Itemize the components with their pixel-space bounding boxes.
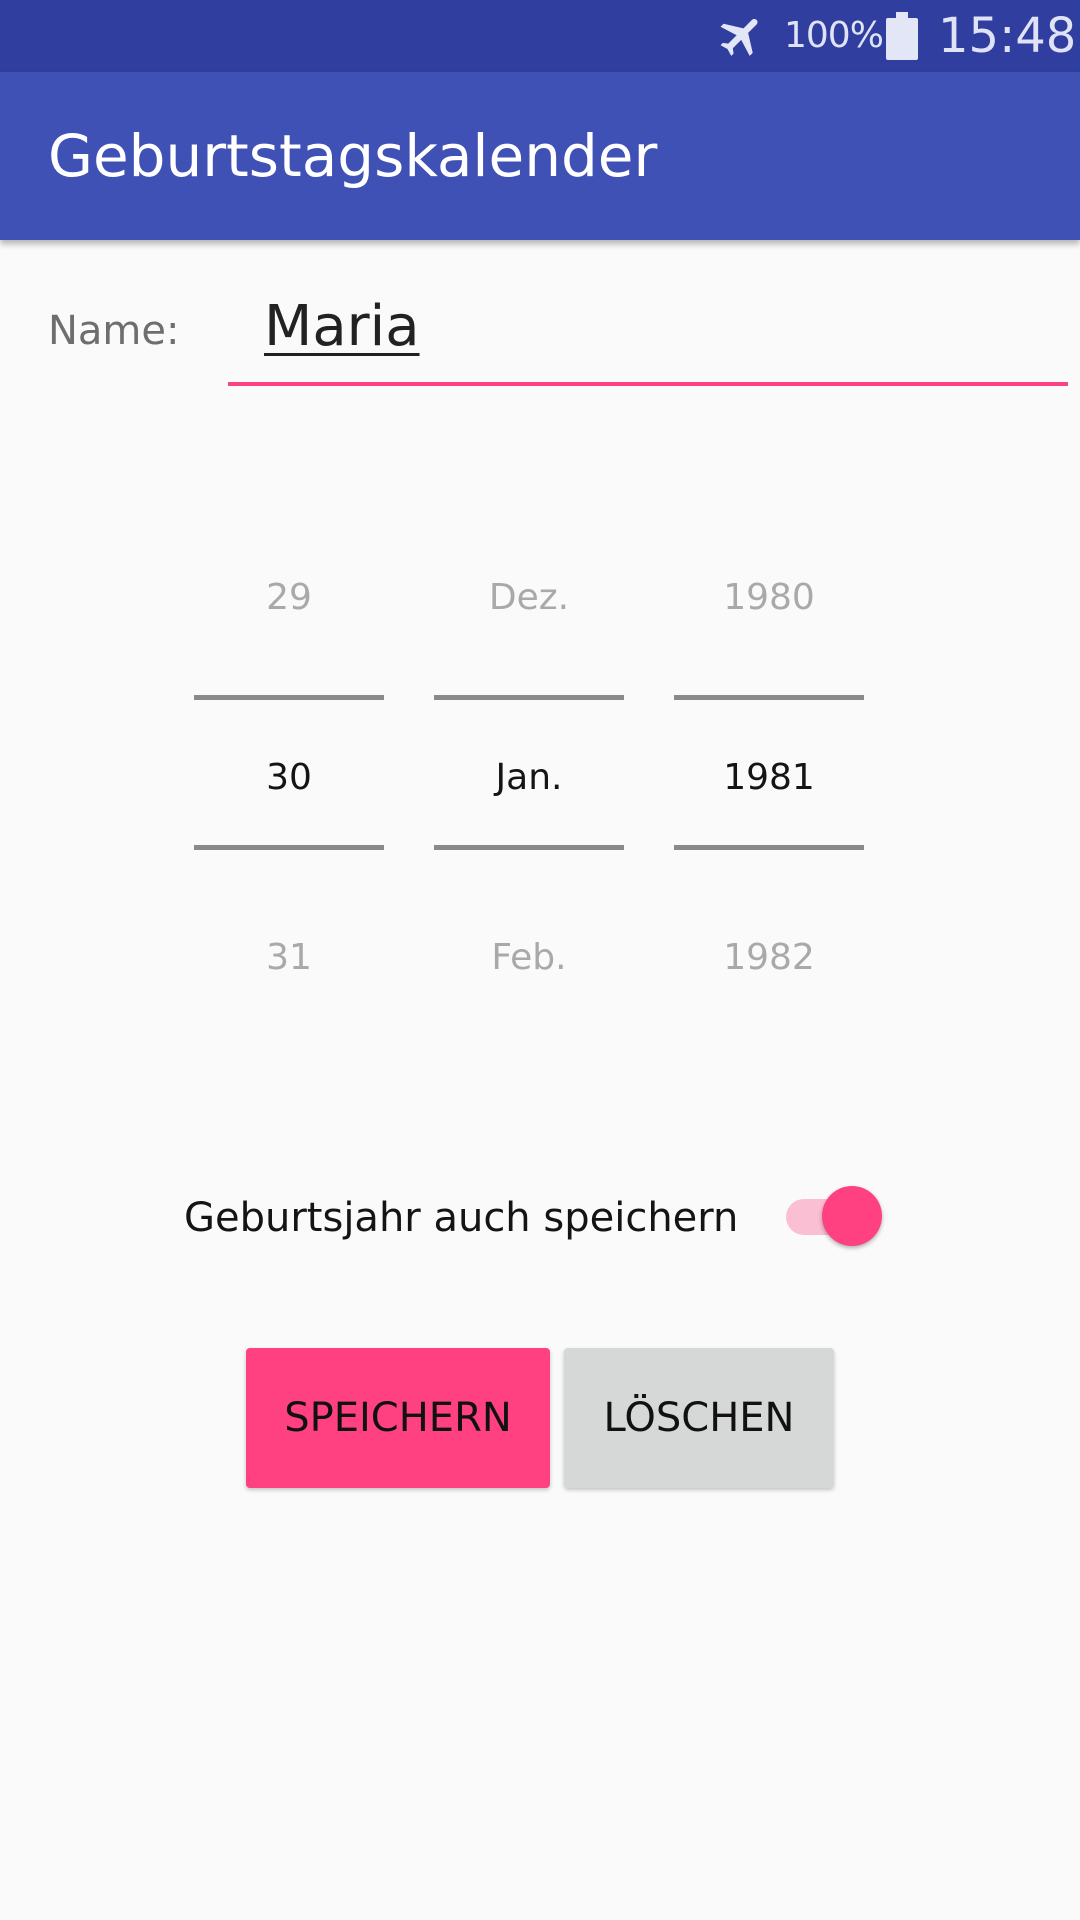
day-divider-bottom [194, 845, 384, 850]
day-current[interactable]: 30 [192, 752, 386, 804]
day-prev[interactable]: 29 [192, 572, 386, 624]
status-clock: 15:48 [938, 8, 1077, 64]
airplane-mode-icon [720, 18, 758, 56]
year-next[interactable]: 1982 [672, 932, 866, 984]
day-next[interactable]: 31 [192, 932, 386, 984]
month-next[interactable]: Feb. [432, 932, 626, 984]
year-divider-top [674, 695, 864, 700]
save-year-label: Geburtsjahr auch speichern [184, 1195, 739, 1241]
app-title: Geburtstagskalender [48, 122, 658, 190]
battery-icon [886, 12, 918, 60]
name-input[interactable]: Maria [228, 286, 1068, 386]
year-divider-bottom [674, 845, 864, 850]
name-input-underline [228, 382, 1068, 386]
save-year-switch[interactable] [786, 1186, 884, 1248]
year-prev[interactable]: 1980 [672, 572, 866, 624]
switch-thumb[interactable] [822, 1186, 882, 1246]
save-button[interactable]: SPEICHERN [246, 1348, 550, 1488]
battery-percentage: 100% [784, 15, 884, 56]
month-current[interactable]: Jan. [432, 752, 626, 804]
month-picker[interactable]: Dez. Jan. Feb. [432, 540, 626, 1010]
day-picker[interactable]: 29 30 31 [192, 540, 386, 1010]
name-input-value[interactable]: Maria [264, 294, 420, 360]
month-divider-top [434, 695, 624, 700]
month-divider-bottom [434, 845, 624, 850]
name-label: Name: [48, 308, 180, 354]
year-picker[interactable]: 1980 1981 1982 [672, 540, 866, 1010]
app-bar: Geburtstagskalender [0, 72, 1080, 240]
month-prev[interactable]: Dez. [432, 572, 626, 624]
day-divider-top [194, 695, 384, 700]
year-current[interactable]: 1981 [672, 752, 866, 804]
delete-button[interactable]: LÖSCHEN [564, 1348, 834, 1488]
status-bar: 100% 15:48 [0, 0, 1080, 72]
